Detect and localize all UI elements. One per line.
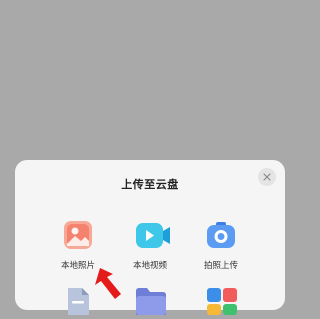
upload-sheet: 上传至云盘 本地照片 本地视频 拍照上传 bbox=[15, 160, 285, 315]
app-icon bbox=[206, 285, 237, 315]
close-icon bbox=[263, 173, 271, 181]
sheet-title: 上传至云盘 bbox=[121, 178, 179, 191]
document-icon bbox=[63, 285, 93, 315]
camera-icon bbox=[206, 220, 236, 250]
folder-icon bbox=[135, 285, 166, 315]
photo-icon bbox=[63, 220, 93, 250]
camera-upload-label: 拍照上传 bbox=[203, 261, 238, 271]
close-button[interactable] bbox=[258, 168, 276, 186]
video-icon bbox=[135, 220, 170, 250]
local-video-label: 本地视频 bbox=[132, 261, 167, 271]
pointer-arrow-icon bbox=[95, 268, 121, 299]
